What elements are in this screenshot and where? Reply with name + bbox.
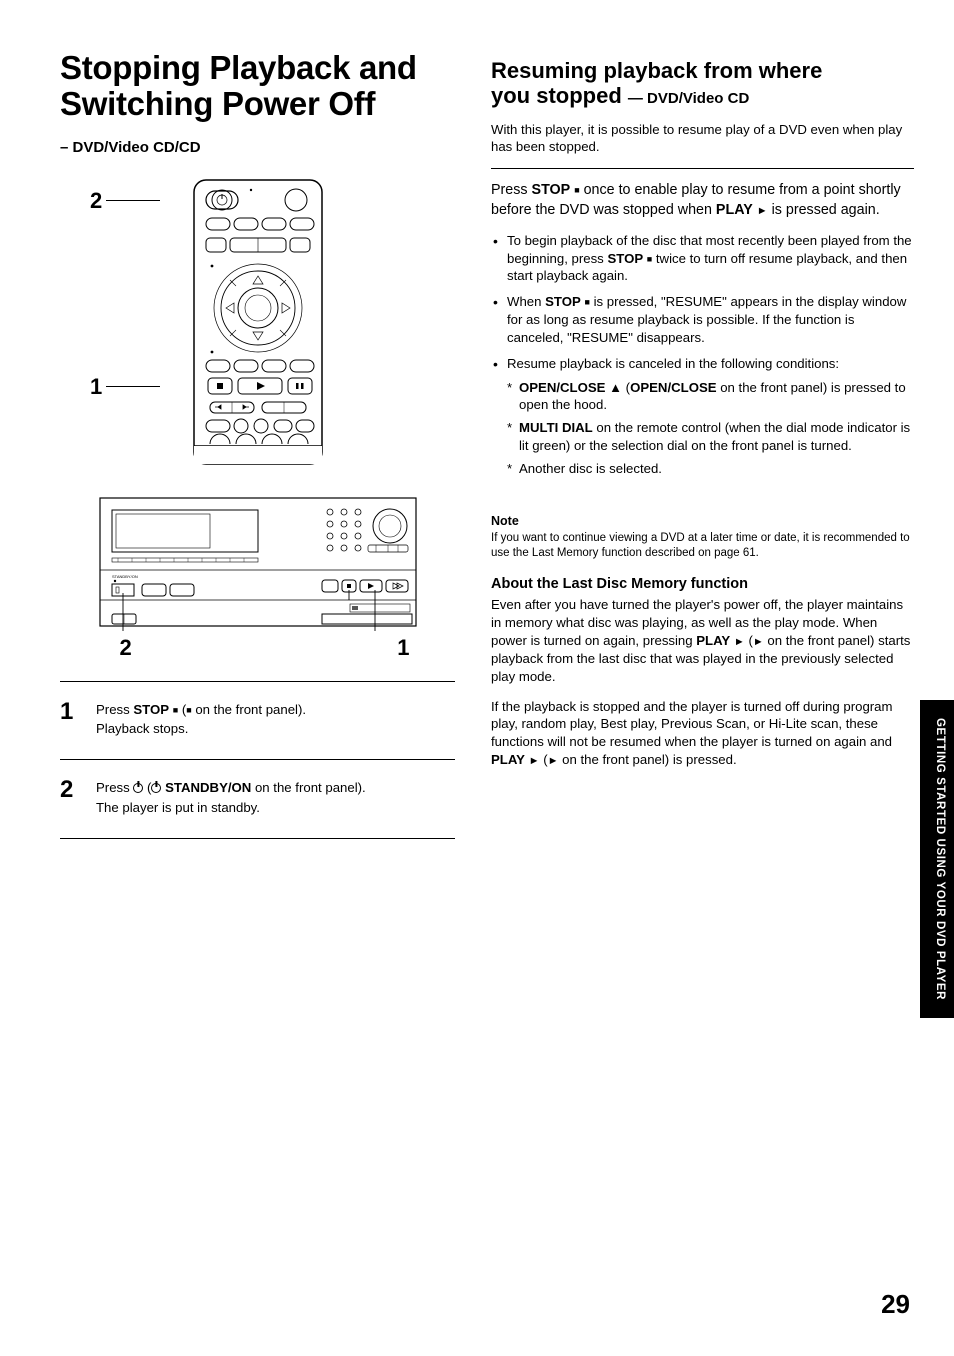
svg-text:STANDBY/ON: STANDBY/ON bbox=[112, 574, 138, 579]
play-icon: ► bbox=[753, 636, 764, 648]
stop-icon: ■ bbox=[186, 705, 191, 715]
step-2: 2 Press ( STANDBY/ON on the front panel)… bbox=[60, 768, 455, 830]
page-number: 29 bbox=[881, 1289, 910, 1320]
panel-callout-left: 2 bbox=[120, 635, 132, 661]
note-text: If you want to continue viewing a DVD at… bbox=[491, 531, 914, 561]
list-item: To begin playback of the disc that most … bbox=[491, 232, 914, 285]
about-p2: If the playback is stopped and the playe… bbox=[491, 698, 914, 769]
about-heading: About the Last Disc Memory function bbox=[491, 576, 914, 592]
list-item: MULTI DIAL on the remote control (when t… bbox=[507, 419, 914, 455]
power-icon bbox=[133, 783, 143, 793]
bullet-list: To begin playback of the disc that most … bbox=[491, 232, 914, 478]
section-heading: Resuming playback from where you stopped… bbox=[491, 58, 914, 109]
stop-icon: ■ bbox=[173, 705, 178, 715]
play-icon: ► bbox=[757, 205, 768, 217]
intro-text: With this player, it is possible to resu… bbox=[491, 121, 914, 157]
stop-icon: ■ bbox=[574, 185, 579, 195]
stop-icon: ■ bbox=[584, 297, 589, 307]
list-item: OPEN/CLOSE ▲ (OPEN/CLOSE on the front pa… bbox=[507, 379, 914, 415]
play-icon: ► bbox=[529, 755, 540, 767]
eject-icon: ▲ bbox=[609, 380, 622, 395]
section-tab: GETTING STARTED USING YOUR DVD PLAYER bbox=[920, 700, 954, 1018]
instruction-text: Press STOP ■ once to enable play to resu… bbox=[491, 181, 914, 220]
list-item: Resume playback is canceled in the follo… bbox=[491, 355, 914, 478]
about-p1: Even after you have turned the player's … bbox=[491, 596, 914, 685]
play-icon: ► bbox=[548, 755, 559, 767]
front-panel-diagram: STANDBY/ON bbox=[98, 496, 418, 661]
remote-diagram: 2 1 bbox=[60, 176, 455, 466]
power-icon bbox=[151, 783, 161, 793]
stop-icon: ■ bbox=[647, 254, 652, 264]
subtitle: – DVD/Video CD/CD bbox=[60, 139, 455, 156]
panel-callout-right: 1 bbox=[397, 635, 409, 661]
note-heading: Note bbox=[491, 514, 914, 528]
list-item: Another disc is selected. bbox=[507, 460, 914, 478]
step-1: 1 Press STOP ■ (■ on the front panel). P… bbox=[60, 690, 455, 752]
list-item: When STOP ■ is pressed, "RESUME" appears… bbox=[491, 293, 914, 346]
page-title: Stopping Playback and Switching Power Of… bbox=[60, 50, 455, 123]
play-icon: ► bbox=[734, 636, 745, 648]
